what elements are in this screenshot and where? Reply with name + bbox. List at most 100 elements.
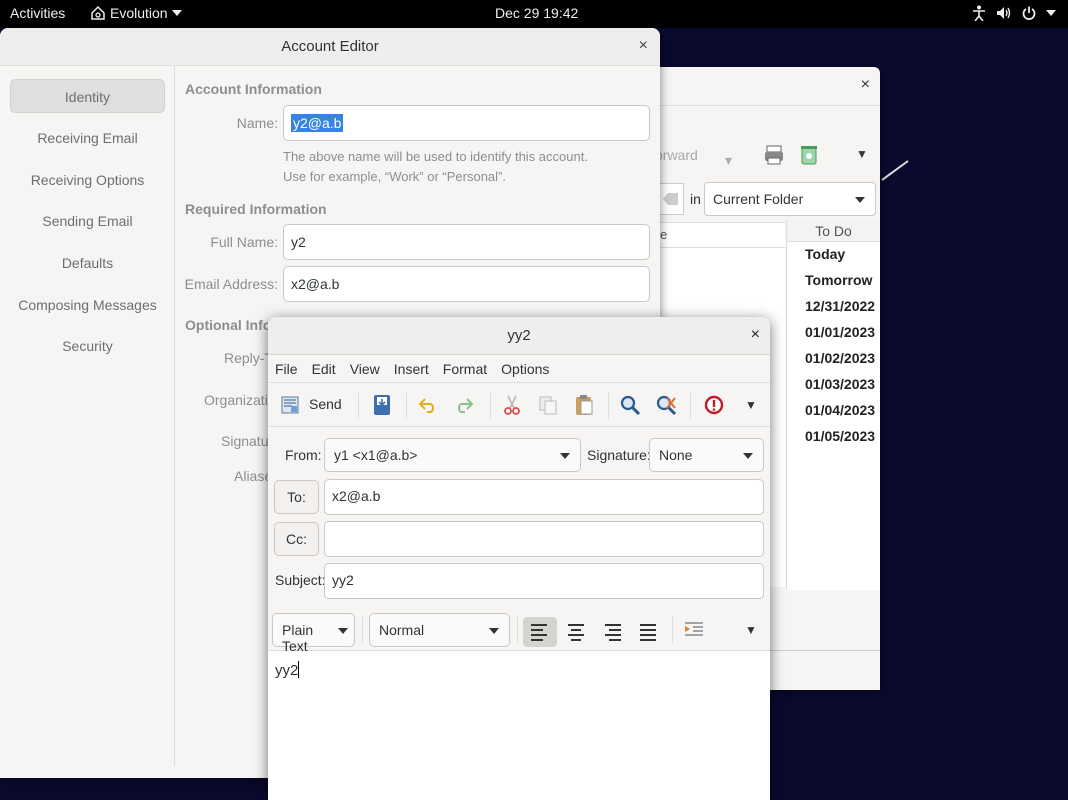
power-icon — [1022, 6, 1036, 20]
find-icon[interactable] — [618, 393, 642, 417]
send-button[interactable]: Send — [309, 396, 342, 412]
copy-icon[interactable] — [536, 393, 560, 417]
sidebar-item-identity[interactable]: Identity — [10, 79, 165, 113]
cc-button[interactable]: Cc: — [274, 522, 319, 556]
message-body-editor[interactable]: yy2 — [268, 651, 770, 800]
full-name-field[interactable]: y2 — [283, 224, 650, 260]
todo-item[interactable]: 01/05/2023 — [787, 424, 880, 450]
name-hint: The above name will be used to identify … — [283, 149, 588, 164]
chevron-down-icon[interactable]: ▾ — [725, 152, 732, 169]
menu-format[interactable]: Format — [443, 361, 487, 377]
paste-icon[interactable] — [572, 393, 596, 417]
signature-select[interactable]: None — [649, 438, 764, 472]
format-mode-select[interactable]: Plain Text — [272, 613, 355, 654]
chevron-down-icon[interactable]: ▼ — [739, 618, 763, 642]
cc-field[interactable] — [324, 521, 764, 557]
message-list-header[interactable]: e — [660, 222, 785, 248]
account-name-field[interactable]: y2@a.b — [283, 105, 650, 141]
print-icon[interactable] — [763, 144, 785, 166]
to-field[interactable]: x2@a.b — [324, 479, 764, 515]
sidebar-item-defaults[interactable]: Defaults — [10, 246, 165, 280]
activities-button[interactable]: Activities — [10, 5, 65, 21]
send-icon[interactable] — [278, 393, 302, 417]
todo-bar: To Do Today Tomorrow 12/31/2022 01/01/20… — [786, 220, 880, 590]
todo-item[interactable]: 01/04/2023 — [787, 398, 880, 424]
compose-titlebar[interactable]: yy2 × — [268, 317, 770, 355]
save-draft-icon[interactable] — [370, 393, 394, 417]
account-editor-titlebar[interactable]: Account Editor × — [0, 28, 660, 66]
name-hint: Use for example, “Work” or “Personal”. — [283, 169, 506, 184]
paragraph-style-value: Normal — [379, 622, 425, 638]
junk-icon[interactable] — [798, 144, 820, 166]
column-header: e — [660, 227, 668, 242]
priority-icon[interactable] — [702, 393, 726, 417]
todo-item[interactable]: Tomorrow — [787, 268, 880, 294]
align-left-icon[interactable] — [523, 617, 557, 647]
close-icon[interactable]: × — [751, 326, 760, 344]
section-title: Required Information — [185, 201, 327, 217]
subject-field[interactable]: yy2 — [324, 563, 764, 599]
volume-icon — [997, 7, 1011, 19]
to-button[interactable]: To: — [274, 480, 319, 514]
from-select[interactable]: y1 <x1@a.b> — [324, 438, 581, 472]
aliases-label: Aliase — [234, 468, 273, 484]
paragraph-style-select[interactable]: Normal — [369, 613, 510, 647]
forward-button[interactable]: orward — [655, 147, 698, 163]
todo-item[interactable]: 01/03/2023 — [787, 372, 880, 398]
todo-item[interactable]: 01/01/2023 — [787, 320, 880, 346]
clock[interactable]: Dec 29 19:42 — [495, 5, 578, 21]
find-replace-icon[interactable] — [654, 393, 678, 417]
evolution-app-icon — [91, 5, 105, 20]
search-scope-value: Current Folder — [713, 191, 804, 207]
cut-icon[interactable] — [500, 393, 524, 417]
chevron-down-icon[interactable]: ▼ — [856, 147, 868, 161]
top-bar: Activities Evolution Dec 29 19:42 — [0, 0, 1068, 28]
align-center-icon[interactable] — [559, 617, 593, 647]
window-title: Account Editor — [281, 38, 379, 55]
signature-value: None — [659, 447, 693, 463]
search-clear-button[interactable] — [660, 183, 684, 215]
todo-item[interactable]: 12/31/2022 — [787, 294, 880, 320]
sidebar-item-composing-messages[interactable]: Composing Messages — [10, 288, 165, 322]
window-title: yy2 — [507, 327, 531, 344]
email-address-field[interactable]: x2@a.b — [283, 266, 650, 302]
menu-insert[interactable]: Insert — [394, 361, 429, 377]
menu-options[interactable]: Options — [501, 361, 549, 377]
align-right-icon[interactable] — [595, 617, 629, 647]
chevron-down-icon — [489, 628, 499, 634]
sidebar-item-security[interactable]: Security — [10, 329, 165, 363]
from-label: From: — [285, 447, 322, 463]
todo-item[interactable]: 01/02/2023 — [787, 346, 880, 372]
redo-icon[interactable] — [452, 393, 476, 417]
chevron-down-icon — [338, 628, 348, 634]
todo-header[interactable]: To Do — [787, 220, 880, 242]
organization-label: Organizatio — [204, 392, 276, 408]
undo-icon[interactable] — [416, 393, 440, 417]
message-body-text: yy2 — [275, 662, 299, 679]
chevron-down-icon — [171, 10, 182, 16]
from-value: y1 <x1@a.b> — [334, 447, 418, 463]
signature-label: Signature: — [587, 447, 651, 463]
reply-to-label: Reply-T — [224, 350, 274, 366]
justify-icon[interactable] — [631, 617, 665, 647]
app-menu[interactable]: Evolution — [90, 5, 182, 21]
todo-item[interactable]: Today — [787, 242, 880, 268]
indent-icon[interactable] — [682, 618, 706, 642]
signature-label: Signatur — [221, 433, 274, 449]
account-editor-sidebar: Identity Receiving Email Receiving Optio… — [0, 66, 175, 766]
text-caret — [298, 661, 300, 678]
close-icon[interactable]: × — [861, 76, 870, 94]
sidebar-item-receiving-options[interactable]: Receiving Options — [10, 163, 165, 197]
sidebar-item-sending-email[interactable]: Sending Email — [10, 204, 165, 238]
close-icon[interactable]: × — [639, 37, 648, 55]
menu-file[interactable]: File — [275, 361, 298, 377]
accessibility-icon — [973, 5, 985, 21]
search-scope-select[interactable]: Current Folder — [704, 182, 876, 216]
chevron-down-icon[interactable]: ▼ — [739, 393, 763, 417]
system-tray[interactable] — [972, 5, 1056, 21]
sidebar-item-receiving-email[interactable]: Receiving Email — [10, 121, 165, 155]
compose-window: yy2 × File Edit View Insert Format Optio… — [268, 317, 770, 800]
menu-view[interactable]: View — [350, 361, 380, 377]
section-title: Account Information — [185, 81, 322, 97]
menu-edit[interactable]: Edit — [312, 361, 336, 377]
